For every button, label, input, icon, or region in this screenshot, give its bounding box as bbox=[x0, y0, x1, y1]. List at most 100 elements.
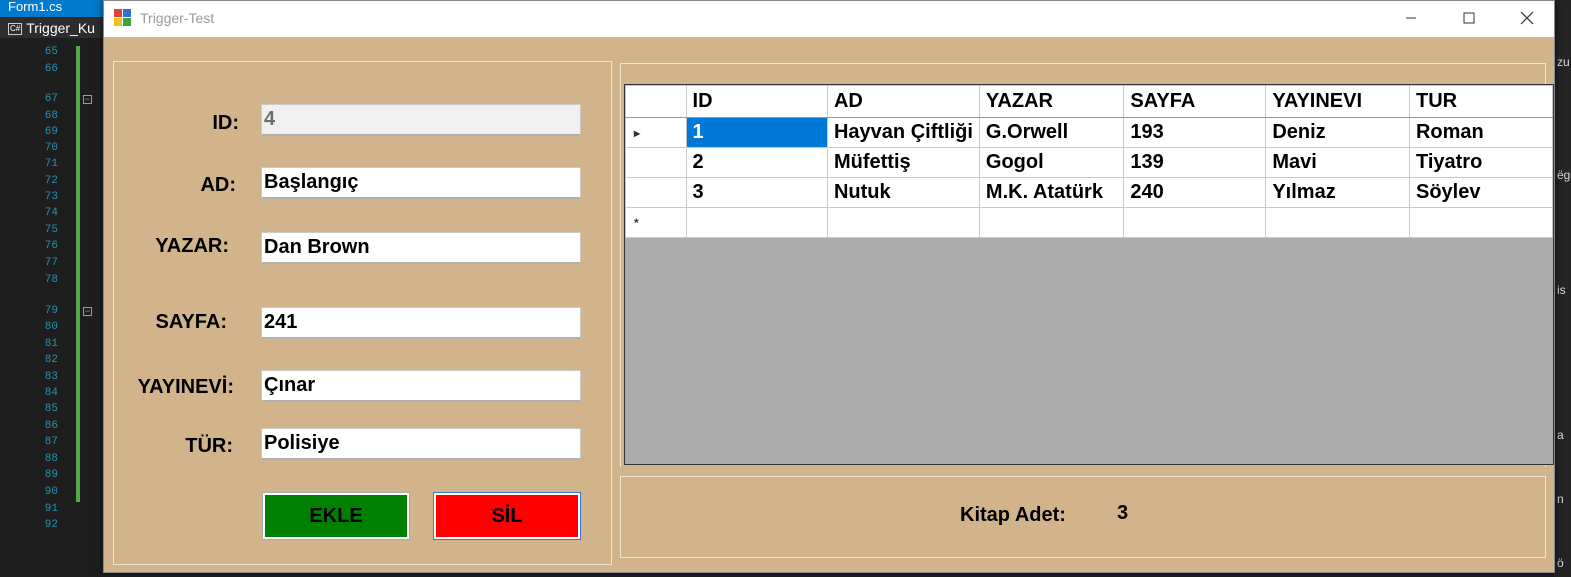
table-cell[interactable]: Gogol bbox=[978, 147, 1125, 178]
ide-tab-label: Form1.cs bbox=[8, 0, 63, 14]
ide-right-text: zu bbox=[1557, 55, 1570, 69]
new-row-icon[interactable]: * bbox=[625, 207, 687, 238]
table-cell[interactable]: G.Orwell bbox=[978, 117, 1125, 148]
line-number: 89 bbox=[44, 469, 58, 481]
count-group bbox=[620, 476, 1546, 558]
table-cell[interactable]: 139 bbox=[1123, 147, 1267, 178]
books-data-grid[interactable]: ID AD YAZAR SAYFA YAYINEVI TUR ▸ 1 Hayva… bbox=[624, 84, 1554, 465]
table-cell[interactable]: Hayvan Çiftliği bbox=[826, 117, 980, 148]
ide-tab-project[interactable]: C# Trigger_Ku bbox=[0, 18, 104, 38]
table-row[interactable]: ▸ 1 Hayvan Çiftliği G.Orwell 193 Deniz R… bbox=[625, 117, 1553, 148]
books-table: ID AD YAZAR SAYFA YAYINEVI TUR ▸ 1 Hayva… bbox=[625, 85, 1553, 238]
line-number: 84 bbox=[44, 387, 58, 399]
column-header-ad[interactable]: AD bbox=[826, 85, 980, 118]
line-number: 88 bbox=[44, 453, 58, 465]
line-number: 72 bbox=[44, 175, 58, 187]
line-number: 74 bbox=[44, 207, 58, 219]
table-row[interactable]: 3 Nutuk M.K. Atatürk 240 Yılmaz Söylev bbox=[625, 177, 1553, 208]
ide-right-text: a bbox=[1557, 428, 1564, 442]
column-header-id[interactable]: ID bbox=[685, 85, 828, 118]
sil-button[interactable]: SİL bbox=[433, 492, 581, 540]
column-header-sayfa[interactable]: SAYFA bbox=[1123, 85, 1267, 118]
row-header[interactable] bbox=[625, 147, 687, 178]
line-number: 83 bbox=[44, 371, 58, 383]
ad-label: AD: bbox=[200, 174, 236, 196]
current-row-icon[interactable]: ▸ bbox=[625, 117, 687, 148]
kitap-adet-label: Kitap Adet: bbox=[960, 504, 1066, 526]
table-cell[interactable]: 1 bbox=[685, 117, 828, 148]
new-row[interactable]: * bbox=[625, 207, 1553, 238]
table-cell[interactable]: Söylev bbox=[1408, 177, 1553, 208]
table-cell[interactable]: M.K. Atatürk bbox=[978, 177, 1125, 208]
table-cell[interactable] bbox=[685, 207, 828, 238]
table-cell[interactable]: Yılmaz bbox=[1265, 177, 1410, 208]
line-number: 68 bbox=[44, 110, 58, 122]
line-number: 70 bbox=[44, 142, 58, 154]
close-button[interactable] bbox=[1498, 1, 1556, 35]
table-cell[interactable]: Nutuk bbox=[826, 177, 980, 208]
ide-right-text: n bbox=[1557, 492, 1564, 506]
line-number: 66 bbox=[44, 63, 58, 75]
close-icon bbox=[1520, 11, 1534, 25]
tur-label: TÜR: bbox=[185, 435, 233, 457]
line-number: 76 bbox=[44, 240, 58, 252]
ekle-button[interactable]: EKLE bbox=[262, 492, 410, 540]
table-cell[interactable] bbox=[1123, 207, 1267, 238]
line-number: 92 bbox=[44, 519, 58, 531]
maximize-button[interactable] bbox=[1440, 1, 1498, 35]
fold-collapse-icon[interactable]: − bbox=[83, 95, 92, 104]
csharp-icon: C# bbox=[8, 23, 23, 36]
table-cell[interactable] bbox=[1265, 207, 1410, 238]
yayinevi-field[interactable] bbox=[261, 370, 581, 402]
tur-field[interactable] bbox=[261, 428, 581, 460]
table-cell[interactable] bbox=[1408, 207, 1553, 238]
table-cell[interactable]: Tiyatro bbox=[1408, 147, 1553, 178]
ide-right-text: is bbox=[1557, 283, 1566, 297]
column-header-yazar[interactable]: YAZAR bbox=[978, 85, 1125, 118]
line-number: 91 bbox=[44, 503, 58, 515]
line-number: 78 bbox=[44, 274, 58, 286]
table-cell[interactable]: Deniz bbox=[1265, 117, 1410, 148]
line-number: 81 bbox=[44, 338, 58, 350]
table-cell[interactable]: Müfettiş bbox=[826, 147, 980, 178]
line-number: 80 bbox=[44, 321, 58, 333]
line-number: 71 bbox=[44, 158, 58, 170]
table-cell[interactable]: Mavi bbox=[1265, 147, 1410, 178]
maximize-icon bbox=[1463, 12, 1475, 24]
line-number: 85 bbox=[44, 403, 58, 415]
table-cell[interactable]: Roman bbox=[1408, 117, 1553, 148]
id-field[interactable] bbox=[261, 104, 581, 136]
table-cell[interactable]: 193 bbox=[1123, 117, 1267, 148]
ekle-button-label: EKLE bbox=[309, 504, 363, 527]
line-number: 65 bbox=[44, 46, 58, 58]
minimize-icon bbox=[1406, 17, 1416, 19]
fold-collapse-icon[interactable]: − bbox=[83, 307, 92, 316]
sayfa-field[interactable] bbox=[261, 307, 581, 339]
row-header[interactable] bbox=[625, 177, 687, 208]
ide-right-text: ö bbox=[1557, 556, 1564, 570]
line-number: 82 bbox=[44, 354, 58, 366]
column-header-yayinevi[interactable]: YAYINEVI bbox=[1265, 85, 1410, 118]
table-cell[interactable]: 3 bbox=[685, 177, 828, 208]
line-number: 67 bbox=[44, 93, 58, 105]
ad-field[interactable] bbox=[261, 167, 581, 199]
line-number: 77 bbox=[44, 257, 58, 269]
table-cell[interactable] bbox=[826, 207, 980, 238]
app-icon bbox=[114, 9, 132, 27]
yazar-field[interactable] bbox=[261, 232, 581, 264]
table-cell[interactable]: 240 bbox=[1123, 177, 1267, 208]
line-number: 73 bbox=[44, 191, 58, 203]
line-number: 69 bbox=[44, 126, 58, 138]
kitap-adet-value: 3 bbox=[1117, 502, 1129, 524]
table-cell[interactable]: 2 bbox=[685, 147, 828, 178]
ide-tab-label: Trigger_Ku bbox=[26, 20, 95, 36]
column-header-tur[interactable]: TUR bbox=[1408, 85, 1553, 118]
minimize-button[interactable] bbox=[1382, 1, 1440, 35]
title-bar[interactable]: Trigger-Test bbox=[104, 1, 1554, 37]
line-number: 90 bbox=[44, 486, 58, 498]
ide-tab-form1[interactable]: Form1.cs bbox=[0, 0, 104, 17]
table-row[interactable]: 2 Müfettiş Gogol 139 Mavi Tiyatro bbox=[625, 147, 1553, 178]
table-cell[interactable] bbox=[978, 207, 1125, 238]
change-marker-bar bbox=[76, 46, 80, 502]
sil-button-label: SİL bbox=[491, 504, 523, 527]
